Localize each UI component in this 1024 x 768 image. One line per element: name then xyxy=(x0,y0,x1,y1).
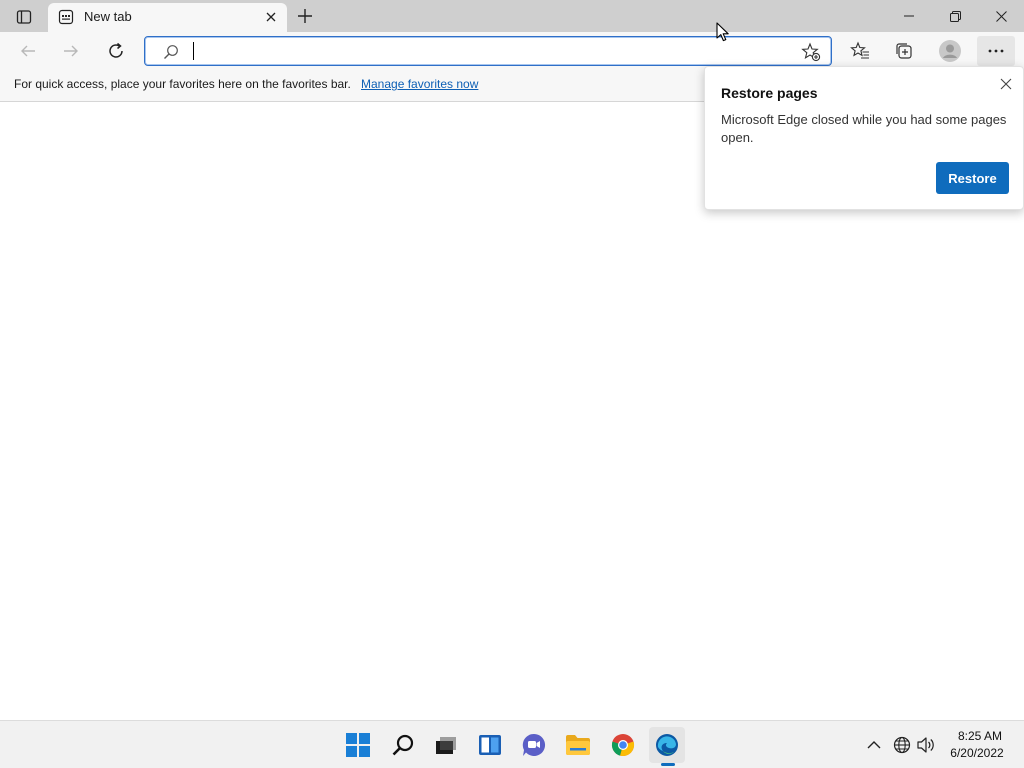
new-tab-button[interactable] xyxy=(292,5,318,27)
restore-down-button[interactable] xyxy=(932,0,978,32)
title-bar: New tab xyxy=(0,0,1024,32)
show-hidden-icons-button[interactable] xyxy=(864,735,884,755)
star-add-icon xyxy=(801,42,821,62)
mouse-pointer-icon xyxy=(716,22,729,42)
tab-new-tab[interactable]: New tab xyxy=(48,3,287,32)
teams-chat-button[interactable] xyxy=(516,727,552,763)
refresh-icon xyxy=(109,42,123,58)
widgets-icon xyxy=(479,735,501,755)
search-icon xyxy=(392,734,414,756)
navigation-toolbar xyxy=(0,32,1024,70)
taskbar-search-button[interactable] xyxy=(385,727,421,763)
file-explorer-button[interactable] xyxy=(560,727,596,763)
taskbar: 8:25 AM 6/20/2022 xyxy=(0,720,1024,768)
active-app-indicator xyxy=(661,763,675,766)
globe-icon xyxy=(893,736,911,754)
forward-button[interactable] xyxy=(55,36,87,66)
popup-message: Microsoft Edge closed while you had some… xyxy=(721,112,1007,145)
favorites-list-icon xyxy=(850,41,869,59)
more-icon xyxy=(988,49,1004,53)
edge-icon xyxy=(656,734,678,756)
address-input[interactable] xyxy=(191,40,771,62)
minimize-icon xyxy=(904,15,914,17)
network-button[interactable] xyxy=(892,735,912,755)
collections-button[interactable] xyxy=(887,36,921,66)
minimize-button[interactable] xyxy=(886,0,932,32)
task-view-button[interactable] xyxy=(428,727,464,763)
popup-title: Restore pages xyxy=(721,85,818,101)
chrome-button[interactable] xyxy=(605,727,641,763)
favorites-bar-message: For quick access, place your favorites h… xyxy=(14,77,351,91)
search-icon xyxy=(164,45,178,59)
restore-pages-popup: Restore pages Microsoft Edge closed whil… xyxy=(704,66,1024,210)
chat-icon xyxy=(522,733,546,756)
close-icon xyxy=(266,12,276,22)
close-icon xyxy=(995,10,1007,22)
plus-icon xyxy=(298,9,312,23)
arrow-right-icon xyxy=(64,45,78,57)
popup-close-button[interactable] xyxy=(997,75,1015,93)
collections-icon xyxy=(896,43,912,59)
edge-button[interactable] xyxy=(649,727,685,763)
add-favorite-button[interactable] xyxy=(801,42,821,62)
settings-and-more-button[interactable] xyxy=(977,36,1015,66)
avatar-icon xyxy=(939,40,961,62)
speaker-icon xyxy=(917,737,934,753)
text-caret xyxy=(193,42,194,60)
clock-date[interactable]: 6/20/2022 xyxy=(944,746,1010,760)
widgets-button[interactable] xyxy=(472,727,508,763)
restore-button[interactable]: Restore xyxy=(936,162,1009,194)
folder-icon xyxy=(566,735,590,755)
restore-down-icon xyxy=(949,10,961,22)
chrome-icon xyxy=(611,734,635,757)
favorites-button[interactable] xyxy=(843,36,877,66)
manage-favorites-link[interactable]: Manage favorites now xyxy=(361,77,478,91)
refresh-button[interactable] xyxy=(100,36,132,66)
tab-close-button[interactable] xyxy=(261,7,281,27)
chevron-up-icon xyxy=(867,741,881,749)
tab-title: New tab xyxy=(84,9,132,24)
windows-logo-icon xyxy=(346,733,370,757)
arrow-left-icon xyxy=(21,45,35,57)
clock-time[interactable]: 8:25 AM xyxy=(950,729,1010,743)
volume-button[interactable] xyxy=(916,735,936,755)
tab-actions-button[interactable] xyxy=(10,6,38,28)
start-button[interactable] xyxy=(340,727,376,763)
profile-button[interactable] xyxy=(933,36,967,66)
new-tab-page-icon xyxy=(58,9,74,25)
back-button[interactable] xyxy=(12,36,44,66)
tab-actions-icon xyxy=(16,10,32,24)
close-icon xyxy=(1000,78,1012,90)
close-window-button[interactable] xyxy=(978,0,1024,32)
task-view-icon xyxy=(436,737,456,754)
